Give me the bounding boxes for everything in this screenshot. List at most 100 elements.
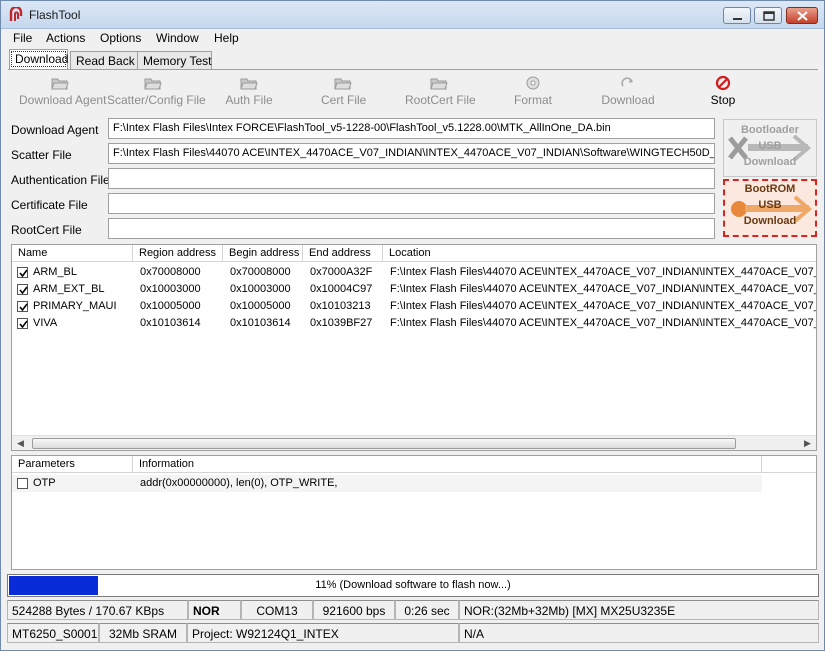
download-button[interactable]: Download [599, 75, 657, 107]
rootcert-file-field[interactable] [108, 218, 715, 239]
toolbar: Download Agent Scatter/Config File Auth … [8, 71, 818, 113]
tab-read-back[interactable]: Read Back [70, 51, 140, 69]
authentication-file-field[interactable] [108, 168, 715, 189]
row-checkbox[interactable] [17, 318, 28, 329]
minimize-button[interactable] [723, 7, 751, 24]
download-agent-label: Download Agent [19, 93, 107, 107]
download-agent-field-label: Download Agent [11, 123, 99, 137]
scatter-config-file-button[interactable]: Scatter/Config File [107, 75, 206, 107]
cell-region: 0x10005000 [140, 300, 201, 312]
parameters-table: Parameters Information OTP addr(0x000000… [11, 455, 817, 570]
column-header-region-address[interactable]: Region address [133, 245, 223, 262]
scatter-file-field[interactable]: F:\Intex Flash Files\44070 ACE\INTEX_447… [108, 143, 715, 164]
cell-region: 0x10103614 [140, 317, 201, 329]
maximize-icon [763, 11, 775, 21]
cell-begin: 0x70008000 [230, 266, 291, 278]
maximize-button[interactable] [754, 7, 782, 24]
download-agent-button[interactable]: Download Agent [19, 75, 106, 107]
folder-open-icon [240, 78, 258, 90]
table-row[interactable]: ARM_EXT_BL 0x10003000 0x10003000 0x10004… [12, 281, 816, 298]
status-extra: N/A [459, 623, 819, 643]
stop-icon [715, 75, 731, 91]
scroll-left-arrow-icon[interactable]: ◀ [17, 438, 24, 449]
rootcert-file-button[interactable]: RootCert File [405, 75, 476, 107]
tab-download[interactable]: Download [9, 49, 68, 69]
title-bar: FlashTool [1, 1, 824, 29]
cell-information: addr(0x00000000), len(0), OTP_WRITE, [140, 477, 338, 489]
parameters-table-header: Parameters Information [12, 456, 816, 473]
column-header-name[interactable]: Name [12, 245, 133, 262]
tab-memory-test[interactable]: Memory Test [137, 51, 212, 69]
row-checkbox[interactable] [17, 267, 28, 278]
row-checkbox[interactable] [17, 301, 28, 312]
folder-open-icon [334, 78, 352, 90]
menu-window[interactable]: Window [156, 31, 199, 45]
table-row[interactable]: PRIMARY_MAUI 0x10005000 0x10005000 0x101… [12, 298, 816, 315]
status-elapsed: 0:26 sec [395, 600, 459, 620]
auth-file-button[interactable]: Auth File [223, 75, 275, 107]
cell-name: ARM_BL [33, 266, 78, 278]
status-bar-top: 524288 Bytes / 170.67 KBps NOR COM13 921… [7, 600, 819, 620]
table-row[interactable]: OTP addr(0x00000000), len(0), OTP_WRITE, [12, 475, 762, 492]
cert-file-button[interactable]: Cert File [321, 75, 367, 107]
flashtool-logo-icon [9, 7, 23, 21]
column-header-information[interactable]: Information [133, 456, 762, 473]
progress-text: 11% (Download software to flash now...) [315, 579, 511, 591]
stop-label: Stop [710, 93, 736, 107]
bootrom-usb-download-button[interactable]: BootROM USB Download [723, 179, 817, 237]
window-title: FlashTool [29, 8, 81, 22]
status-bar-bottom: MT6250_S0001 32Mb SRAM Project: W92124Q1… [7, 623, 819, 643]
checkmark-icon [19, 286, 28, 295]
column-header-end-address[interactable]: End address [303, 245, 383, 262]
cell-end: 0x1039BF27 [310, 317, 373, 329]
status-flash-info: NOR:(32Mb+32Mb) [MX] MX25U3235E [459, 600, 819, 620]
tab-divider [8, 69, 818, 70]
bootloader-usb-label: USB [758, 140, 782, 152]
bootrom-download-label: Download [743, 215, 797, 227]
format-disc-icon [526, 76, 540, 90]
menu-file[interactable]: File [13, 31, 32, 45]
bootrom-label: BootROM [744, 183, 796, 195]
close-button[interactable] [786, 7, 818, 24]
stop-button[interactable]: Stop [705, 75, 741, 107]
download-agent-field[interactable]: F:\Intex Flash Files\Intex FORCE\FlashTo… [108, 118, 715, 139]
horizontal-scrollbar[interactable]: ◀ ▶ [12, 435, 816, 450]
cell-region: 0x10003000 [140, 283, 201, 295]
checkmark-icon [19, 269, 28, 278]
format-button[interactable]: Format [511, 75, 555, 107]
column-header-begin-address[interactable]: Begin address [223, 245, 303, 262]
status-speed: 524288 Bytes / 170.67 KBps [7, 600, 188, 620]
cert-file-label: Cert File [321, 93, 367, 107]
table-row[interactable]: ARM_BL 0x70008000 0x70008000 0x7000A32F … [12, 264, 816, 281]
menu-help[interactable]: Help [214, 31, 239, 45]
table-row[interactable]: VIVA 0x10103614 0x10103614 0x1039BF27 F:… [12, 315, 816, 332]
close-icon [797, 11, 808, 21]
column-header-parameters[interactable]: Parameters [12, 456, 133, 473]
menu-bar: File Actions Options Window Help [1, 29, 824, 48]
menu-options[interactable]: Options [100, 31, 141, 45]
certificate-file-field[interactable] [108, 193, 715, 214]
cell-parameter: OTP [33, 477, 56, 489]
cell-location: F:\Intex Flash Files\44070 ACE\INTEX_447… [390, 283, 816, 295]
cell-region: 0x70008000 [140, 266, 201, 278]
cell-location: F:\Intex Flash Files\44070 ACE\INTEX_447… [390, 266, 816, 278]
cell-begin: 0x10005000 [230, 300, 291, 312]
flashtool-window: FlashTool File Actions Options Window He… [0, 0, 825, 651]
row-checkbox[interactable] [17, 284, 28, 295]
checkmark-icon [19, 320, 28, 329]
scroll-right-arrow-icon[interactable]: ▶ [804, 438, 811, 449]
row-checkbox[interactable] [17, 478, 28, 489]
menu-actions[interactable]: Actions [46, 31, 85, 45]
scrollbar-thumb[interactable] [32, 438, 736, 449]
status-project: Project: W92124Q1_INTEX [187, 623, 459, 643]
bootloader-label: Bootloader [740, 124, 800, 136]
column-header-location[interactable]: Location [383, 245, 816, 262]
bootloader-usb-download-button[interactable]: Bootloader USB Download [723, 119, 817, 177]
status-chip: MT6250_S0001 [7, 623, 99, 643]
status-flash-type: NOR [188, 600, 241, 620]
cell-begin: 0x10103614 [230, 317, 291, 329]
folder-open-icon [144, 78, 162, 90]
cell-name: ARM_EXT_BL [33, 283, 105, 295]
cell-location: F:\Intex Flash Files\44070 ACE\INTEX_447… [390, 300, 816, 312]
cell-end: 0x10103213 [310, 300, 371, 312]
